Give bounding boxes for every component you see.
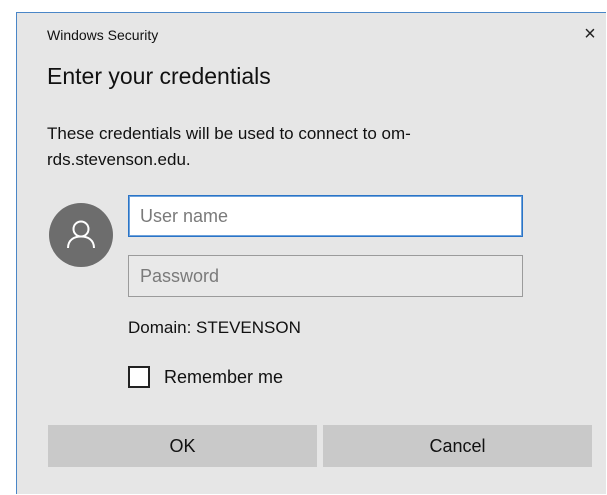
close-icon[interactable]: ×	[578, 23, 602, 47]
window-title: Windows Security	[47, 27, 159, 43]
dialog-heading: Enter your credentials	[47, 63, 271, 89]
username-input[interactable]	[128, 195, 523, 237]
ok-button[interactable]: OK	[48, 425, 317, 467]
user-icon	[67, 220, 95, 249]
remember-me-label[interactable]: Remember me	[164, 367, 283, 388]
cancel-button[interactable]: Cancel	[323, 425, 592, 467]
domain-label: Domain: STEVENSON	[128, 318, 301, 337]
remember-me-row[interactable]: Remember me	[128, 363, 283, 391]
dialog-description: These credentials will be used to connec…	[47, 124, 411, 169]
password-input[interactable]	[128, 255, 523, 297]
avatar	[49, 203, 113, 267]
remember-me-checkbox[interactable]	[128, 366, 150, 388]
credentials-dialog: Windows Security × Enter your credential…	[16, 12, 606, 494]
